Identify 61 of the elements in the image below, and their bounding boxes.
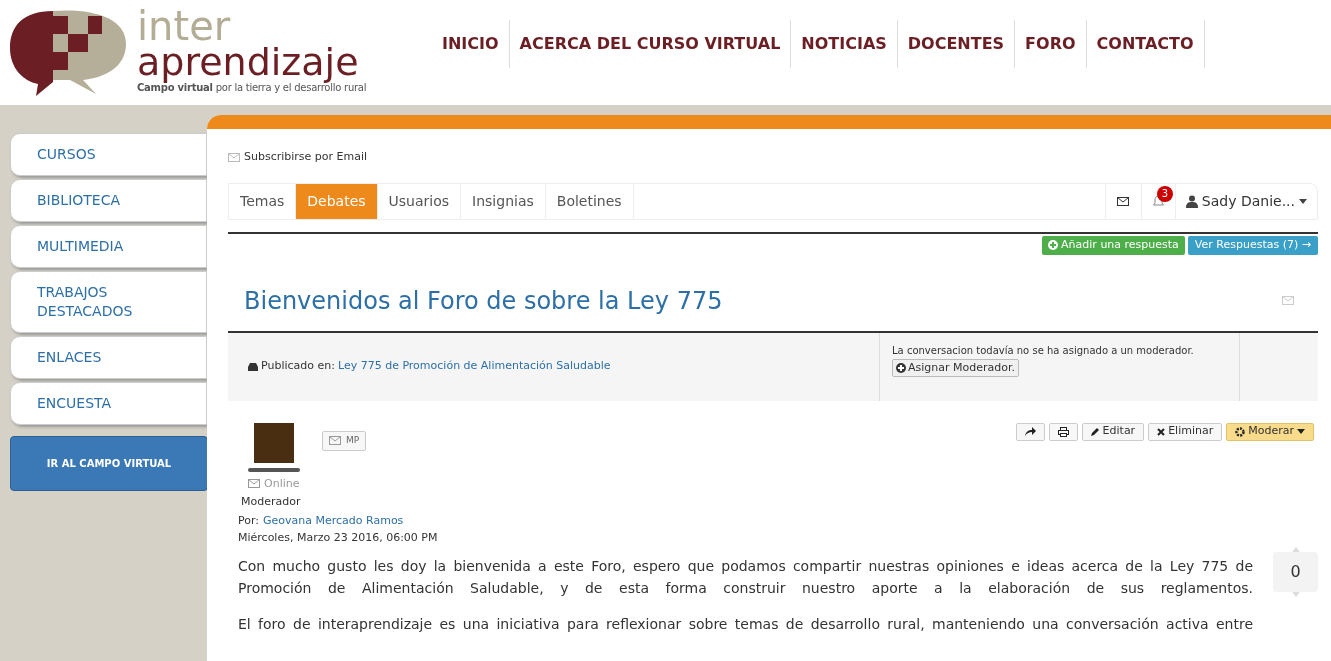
inbox-icon xyxy=(248,362,258,371)
nav-link[interactable]: INICIO xyxy=(432,20,510,68)
sidebar-link[interactable]: TRABAJOS DESTACADOS xyxy=(10,271,207,333)
sidebar-link[interactable]: CURSOS xyxy=(10,133,207,176)
edit-button[interactable]: Editar xyxy=(1081,422,1145,441)
sidebar-link[interactable]: MULTIMEDIA xyxy=(10,225,207,268)
share-button[interactable] xyxy=(1015,422,1045,441)
avatar-photo-placeholder xyxy=(254,422,294,463)
category-link[interactable]: Ley 775 de Promoción de Alimentación Saludable xyxy=(337,358,611,375)
nav-link[interactable]: ACERCA DEL CURSO VIRTUAL xyxy=(509,20,792,68)
post-paragraph: El foro de interaprendizaje es una iniciativa para reflexionar sobre temas de desarrollo rural, manteniendo una conversación activa entre xyxy=(238,614,1253,634)
caret-icon xyxy=(1297,429,1305,434)
pencil-icon xyxy=(1090,427,1100,436)
envelope-icon xyxy=(1282,296,1294,305)
caret-icon xyxy=(1299,198,1307,204)
user-menu[interactable]: Sady Danie... xyxy=(1174,183,1317,219)
envelope-icon xyxy=(1117,196,1130,206)
notifications-button[interactable]: 3 xyxy=(1140,183,1175,219)
sidebar-link[interactable]: ENCUESTA xyxy=(10,382,207,425)
envelope-icon xyxy=(228,152,240,162)
private-message-button[interactable]: MP xyxy=(322,430,367,451)
subscribe-link[interactable]: Subscribirse por Email xyxy=(244,149,368,166)
tab[interactable]: Boletines xyxy=(545,183,634,219)
print-button[interactable] xyxy=(1048,422,1078,441)
gear-icon xyxy=(1235,426,1246,437)
author-label: Por: xyxy=(238,512,259,529)
online-status: Online xyxy=(264,475,300,492)
moderate-menu-button[interactable]: Moderar xyxy=(1226,422,1314,441)
share-arrow-icon xyxy=(1024,427,1036,436)
logo-text: inter xyxy=(137,9,231,43)
print-icon xyxy=(1057,426,1069,437)
sidebar-link[interactable]: BIBLIOTECA xyxy=(10,179,207,222)
vote-count: 0 xyxy=(1273,551,1318,592)
user-icon xyxy=(1185,194,1198,208)
plus-circle-icon xyxy=(1048,240,1059,250)
nav-link[interactable]: DOCENTES xyxy=(897,20,1016,68)
nav-link[interactable]: NOTICIAS xyxy=(791,20,898,68)
tab[interactable]: Insignias xyxy=(461,183,546,219)
campus-button[interactable]: IR AL CAMPO VIRTUAL xyxy=(10,436,208,491)
published-label: Publicado en: xyxy=(261,358,335,375)
logo-text: aprendizaje xyxy=(137,43,359,81)
plus-circle-icon xyxy=(896,362,906,373)
moderator-note: La conversacion todavía no se ha asignado a un moderador. xyxy=(892,343,1194,358)
topic-title: Bienvenidos al Foro de sobre la Ley 775 xyxy=(244,285,723,317)
nav-link[interactable]: CONTACTO xyxy=(1086,20,1205,68)
envelope-icon xyxy=(329,436,341,445)
tab[interactable]: Usuarios xyxy=(377,183,462,219)
logo-tagline: Campo virtual por la tierra y el desarrollo rural xyxy=(137,83,367,93)
rank-bar xyxy=(248,467,300,472)
delete-button[interactable]: Eliminar xyxy=(1148,422,1223,441)
user-role: Moderador xyxy=(240,494,302,510)
post-date: Miércoles, Marzo 23 2016, 06:00 PM xyxy=(238,530,438,546)
nav-link[interactable]: FORO xyxy=(1015,20,1087,68)
assign-moderator-button[interactable]: Asignar Moderador. xyxy=(892,358,1019,377)
post-paragraph: Con mucho gusto les doy la bienvenida a este Foro, espero que podamos compartir nuestras opiniones e ideas acerca de la Ley 775 de Promoción de Alimentación Saludable, y de esta forma construir nuestro aporte a la elaboración de sus reglamentos. xyxy=(238,556,1253,598)
notification-badge: 3 xyxy=(1156,185,1173,202)
envelope-icon xyxy=(248,479,260,489)
bell-icon xyxy=(1152,195,1164,207)
sidebar-link[interactable]: ENLACES xyxy=(10,336,207,379)
close-icon xyxy=(1157,427,1166,436)
author-link[interactable]: Geovana Mercado Ramos xyxy=(263,512,404,529)
